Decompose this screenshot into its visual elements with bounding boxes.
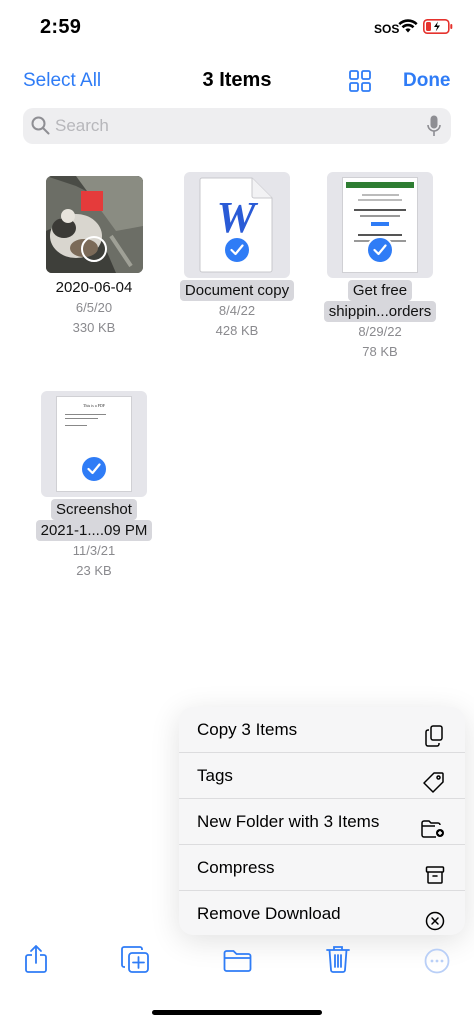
nav-bar: Select All 3 Items Done (0, 60, 474, 104)
menu-item-label: Copy 3 Items (197, 720, 298, 739)
x-circle-icon (425, 903, 445, 935)
file-date: 6/5/20 (75, 300, 113, 315)
menu-item-label: Compress (197, 858, 275, 877)
menu-item-label: New Folder with 3 Items (197, 812, 380, 831)
file-date: 8/29/22 (358, 324, 402, 339)
battery-icon (423, 19, 453, 39)
status-bar: 2:59 SOS (0, 0, 474, 56)
file-date: 11/3/21 (72, 543, 116, 558)
context-menu: Copy 3 Items Tags New Folder with 3 Item… (179, 707, 465, 935)
file-name-line-1: Screenshot (51, 499, 137, 520)
file-name-line-2: 2021-1....09 PM (35, 520, 153, 541)
trash-icon[interactable] (326, 945, 350, 978)
menu-item-label: Tags (197, 766, 233, 785)
photo-thumbnail[interactable] (45, 176, 143, 273)
pdf-thumb-title: This is a PDF (83, 403, 105, 408)
status-time: 2:59 (40, 16, 82, 38)
menu-item-remove-download[interactable]: Remove Download (179, 891, 465, 935)
menu-item-new-folder[interactable]: New Folder with 3 Items (179, 799, 465, 845)
more-icon[interactable] (424, 948, 450, 979)
file-date: 8/4/22 (218, 303, 256, 318)
home-indicator (152, 1010, 322, 1015)
menu-item-tags[interactable]: Tags (179, 753, 465, 799)
menu-item-copy[interactable]: Copy 3 Items (179, 707, 465, 753)
file-size: 78 KB (362, 344, 398, 359)
search-icon (31, 116, 50, 140)
checkmark-icon[interactable] (80, 455, 108, 483)
checkmark-icon[interactable] (223, 236, 251, 264)
file-size: 428 KB (215, 323, 259, 338)
file-item[interactable]: 2020-06-04 6/5/20 330 KB (24, 176, 164, 338)
checkmark-icon[interactable] (366, 236, 394, 264)
file-item[interactable]: Get free shippin...orders 8/29/22 78 KB (310, 172, 450, 362)
file-name: 2020-06-04 (55, 279, 133, 296)
menu-item-label: Remove Download (197, 904, 341, 923)
microphone-icon[interactable] (427, 115, 441, 142)
svg-text:W: W (216, 193, 258, 242)
file-name-line-2: shippin...orders (323, 301, 437, 322)
sos-indicator: SOS (374, 22, 400, 36)
document-thumbnail[interactable]: W (184, 172, 290, 278)
file-item[interactable]: This is a PDF Screenshot 2021-1....09 PM… (24, 391, 164, 581)
duplicate-icon[interactable] (121, 946, 151, 979)
wifi-icon (398, 18, 418, 39)
bottom-toolbar (0, 944, 474, 984)
file-name: Document copy (179, 280, 295, 301)
document-thumbnail[interactable]: This is a PDF (41, 391, 147, 497)
file-size: 23 KB (76, 563, 112, 578)
file-item[interactable]: W Document copy 8/4/22 428 KB (167, 172, 307, 341)
grid-view-icon[interactable] (348, 69, 372, 98)
share-icon[interactable] (24, 944, 48, 979)
search-input[interactable] (55, 108, 415, 144)
menu-item-compress[interactable]: Compress (179, 845, 465, 891)
done-button[interactable]: Done (403, 70, 451, 92)
search-bar[interactable] (23, 108, 451, 144)
file-name-line-1: Get free (347, 280, 413, 301)
selection-circle-icon[interactable] (80, 236, 107, 262)
file-size: 330 KB (72, 320, 116, 335)
folder-icon[interactable] (223, 949, 253, 978)
document-thumbnail[interactable] (327, 172, 433, 278)
